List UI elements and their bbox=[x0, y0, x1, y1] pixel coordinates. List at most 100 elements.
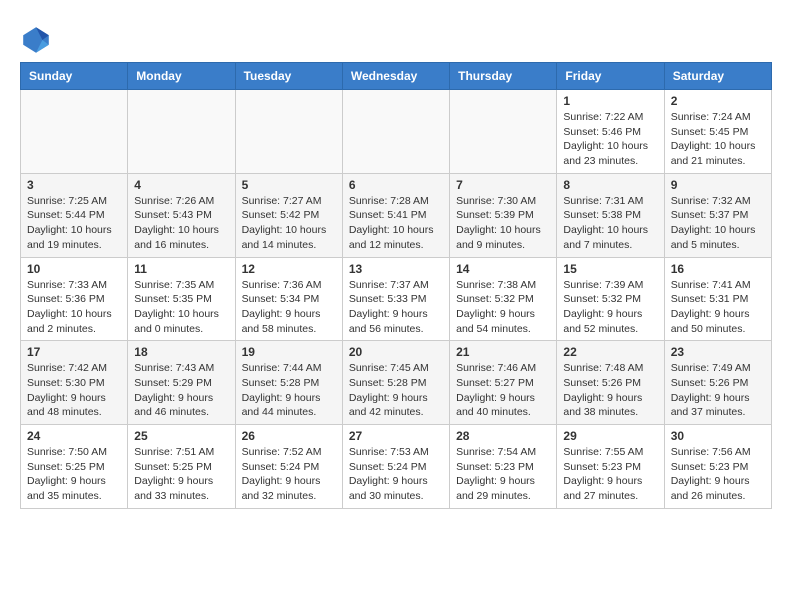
day-number: 29 bbox=[563, 429, 657, 443]
day-info: Sunrise: 7:50 AM Sunset: 5:25 PM Dayligh… bbox=[27, 445, 121, 504]
day-info: Sunrise: 7:33 AM Sunset: 5:36 PM Dayligh… bbox=[27, 278, 121, 337]
calendar-cell: 18 Sunrise: 7:43 AM Sunset: 5:29 PM Dayli… bbox=[128, 341, 235, 425]
day-number: 16 bbox=[671, 262, 765, 276]
day-number: 13 bbox=[349, 262, 443, 276]
day-number: 2 bbox=[671, 94, 765, 108]
day-info: Sunrise: 7:44 AM Sunset: 5:28 PM Dayligh… bbox=[242, 361, 336, 420]
day-info: Sunrise: 7:56 AM Sunset: 5:23 PM Dayligh… bbox=[671, 445, 765, 504]
day-info: Sunrise: 7:43 AM Sunset: 5:29 PM Dayligh… bbox=[134, 361, 228, 420]
day-number: 3 bbox=[27, 178, 121, 192]
day-number: 22 bbox=[563, 345, 657, 359]
day-number: 18 bbox=[134, 345, 228, 359]
day-of-week-header: Friday bbox=[557, 63, 664, 90]
day-number: 17 bbox=[27, 345, 121, 359]
day-of-week-header: Wednesday bbox=[342, 63, 449, 90]
day-number: 19 bbox=[242, 345, 336, 359]
calendar-cell: 2Sunrise: 7:24 AM Sunset: 5:45 PM Daylig… bbox=[664, 90, 771, 174]
day-number: 23 bbox=[671, 345, 765, 359]
calendar-cell bbox=[128, 90, 235, 174]
calendar-cell: 16 Sunrise: 7:41 AM Sunset: 5:31 PM Dayli… bbox=[664, 257, 771, 341]
calendar-cell: 28 Sunrise: 7:54 AM Sunset: 5:23 PM Dayli… bbox=[450, 425, 557, 509]
calendar-cell: 19 Sunrise: 7:44 AM Sunset: 5:28 PM Dayli… bbox=[235, 341, 342, 425]
calendar-cell: 30 Sunrise: 7:56 AM Sunset: 5:23 PM Dayli… bbox=[664, 425, 771, 509]
day-of-week-header: Tuesday bbox=[235, 63, 342, 90]
calendar-week-row: 1 Sunrise: 7:22 AM Sunset: 5:46 PM Daylig… bbox=[21, 90, 772, 174]
day-number: 8 bbox=[563, 178, 657, 192]
day-number: 30 bbox=[671, 429, 765, 443]
day-number: 24 bbox=[27, 429, 121, 443]
calendar-cell: 11Sunrise: 7:35 AM Sunset: 5:35 PM Dayli… bbox=[128, 257, 235, 341]
calendar-cell: 7 Sunrise: 7:30 AM Sunset: 5:39 PM Daylig… bbox=[450, 173, 557, 257]
day-of-week-header: Thursday bbox=[450, 63, 557, 90]
day-info: Sunrise: 7:46 AM Sunset: 5:27 PM Dayligh… bbox=[456, 361, 550, 420]
calendar-cell bbox=[342, 90, 449, 174]
logo-icon bbox=[20, 24, 52, 56]
day-info: Sunrise: 7:48 AM Sunset: 5:26 PM Dayligh… bbox=[563, 361, 657, 420]
day-info: Sunrise: 7:37 AM Sunset: 5:33 PM Dayligh… bbox=[349, 278, 443, 337]
calendar-cell bbox=[450, 90, 557, 174]
day-number: 9 bbox=[671, 178, 765, 192]
day-info: Sunrise: 7:35 AM Sunset: 5:35 PM Dayligh… bbox=[134, 278, 228, 337]
day-number: 12 bbox=[242, 262, 336, 276]
calendar-cell: 27Sunrise: 7:53 AM Sunset: 5:24 PM Dayli… bbox=[342, 425, 449, 509]
day-number: 1 bbox=[563, 94, 657, 108]
day-of-week-header: Sunday bbox=[21, 63, 128, 90]
day-number: 15 bbox=[563, 262, 657, 276]
calendar-cell: 13 Sunrise: 7:37 AM Sunset: 5:33 PM Dayli… bbox=[342, 257, 449, 341]
day-number: 21 bbox=[456, 345, 550, 359]
calendar-cell: 6 Sunrise: 7:28 AM Sunset: 5:41 PM Daylig… bbox=[342, 173, 449, 257]
day-info: Sunrise: 7:51 AM Sunset: 5:25 PM Dayligh… bbox=[134, 445, 228, 504]
calendar-week-row: 24 Sunrise: 7:50 AM Sunset: 5:25 PM Dayli… bbox=[21, 425, 772, 509]
day-info: Sunrise: 7:22 AM Sunset: 5:46 PM Dayligh… bbox=[563, 110, 657, 169]
day-number: 7 bbox=[456, 178, 550, 192]
calendar-cell: 5 Sunrise: 7:27 AM Sunset: 5:42 PM Daylig… bbox=[235, 173, 342, 257]
day-number: 14 bbox=[456, 262, 550, 276]
day-number: 5 bbox=[242, 178, 336, 192]
calendar-cell: 26 Sunrise: 7:52 AM Sunset: 5:24 PM Dayli… bbox=[235, 425, 342, 509]
calendar-cell: 29 Sunrise: 7:55 AM Sunset: 5:23 PM Dayli… bbox=[557, 425, 664, 509]
header bbox=[20, 20, 772, 56]
calendar-cell: 10 Sunrise: 7:33 AM Sunset: 5:36 PM Dayli… bbox=[21, 257, 128, 341]
calendar-cell bbox=[235, 90, 342, 174]
day-info: Sunrise: 7:36 AM Sunset: 5:34 PM Dayligh… bbox=[242, 278, 336, 337]
day-info: Sunrise: 7:52 AM Sunset: 5:24 PM Dayligh… bbox=[242, 445, 336, 504]
day-info: Sunrise: 7:45 AM Sunset: 5:28 PM Dayligh… bbox=[349, 361, 443, 420]
calendar-cell bbox=[21, 90, 128, 174]
calendar-cell: 17 Sunrise: 7:42 AM Sunset: 5:30 PM Dayli… bbox=[21, 341, 128, 425]
calendar-cell: 25 Sunrise: 7:51 AM Sunset: 5:25 PM Dayli… bbox=[128, 425, 235, 509]
day-number: 26 bbox=[242, 429, 336, 443]
calendar-cell: 4 Sunrise: 7:26 AM Sunset: 5:43 PM Daylig… bbox=[128, 173, 235, 257]
calendar-cell: 12 Sunrise: 7:36 AM Sunset: 5:34 PM Dayli… bbox=[235, 257, 342, 341]
calendar-cell: 21 Sunrise: 7:46 AM Sunset: 5:27 PM Dayli… bbox=[450, 341, 557, 425]
calendar-cell: 24 Sunrise: 7:50 AM Sunset: 5:25 PM Dayli… bbox=[21, 425, 128, 509]
day-info: Sunrise: 7:41 AM Sunset: 5:31 PM Dayligh… bbox=[671, 278, 765, 337]
day-info: Sunrise: 7:32 AM Sunset: 5:37 PM Dayligh… bbox=[671, 194, 765, 253]
calendar-week-row: 3 Sunrise: 7:25 AM Sunset: 5:44 PM Daylig… bbox=[21, 173, 772, 257]
calendar-cell: 8 Sunrise: 7:31 AM Sunset: 5:38 PM Daylig… bbox=[557, 173, 664, 257]
day-number: 20 bbox=[349, 345, 443, 359]
day-info: Sunrise: 7:49 AM Sunset: 5:26 PM Dayligh… bbox=[671, 361, 765, 420]
day-number: 28 bbox=[456, 429, 550, 443]
day-info: Sunrise: 7:28 AM Sunset: 5:41 PM Dayligh… bbox=[349, 194, 443, 253]
day-info: Sunrise: 7:54 AM Sunset: 5:23 PM Dayligh… bbox=[456, 445, 550, 504]
logo bbox=[20, 24, 56, 56]
day-number: 10 bbox=[27, 262, 121, 276]
day-info: Sunrise: 7:30 AM Sunset: 5:39 PM Dayligh… bbox=[456, 194, 550, 253]
day-info: Sunrise: 7:31 AM Sunset: 5:38 PM Dayligh… bbox=[563, 194, 657, 253]
day-info: Sunrise: 7:25 AM Sunset: 5:44 PM Dayligh… bbox=[27, 194, 121, 253]
day-info: Sunrise: 7:55 AM Sunset: 5:23 PM Dayligh… bbox=[563, 445, 657, 504]
calendar-cell: 20 Sunrise: 7:45 AM Sunset: 5:28 PM Dayli… bbox=[342, 341, 449, 425]
day-number: 25 bbox=[134, 429, 228, 443]
day-of-week-header: Saturday bbox=[664, 63, 771, 90]
day-info: Sunrise: 7:26 AM Sunset: 5:43 PM Dayligh… bbox=[134, 194, 228, 253]
day-of-week-header: Monday bbox=[128, 63, 235, 90]
day-number: 6 bbox=[349, 178, 443, 192]
calendar-cell: 14Sunrise: 7:38 AM Sunset: 5:32 PM Dayli… bbox=[450, 257, 557, 341]
day-info: Sunrise: 7:53 AM Sunset: 5:24 PM Dayligh… bbox=[349, 445, 443, 504]
day-number: 4 bbox=[134, 178, 228, 192]
calendar-cell: 9 Sunrise: 7:32 AM Sunset: 5:37 PM Daylig… bbox=[664, 173, 771, 257]
day-info: Sunrise: 7:42 AM Sunset: 5:30 PM Dayligh… bbox=[27, 361, 121, 420]
day-info: Sunrise: 7:27 AM Sunset: 5:42 PM Dayligh… bbox=[242, 194, 336, 253]
calendar-header-row: SundayMondayTuesdayWednesdayThursdayFrid… bbox=[21, 63, 772, 90]
calendar-cell: 22 Sunrise: 7:48 AM Sunset: 5:26 PM Dayli… bbox=[557, 341, 664, 425]
